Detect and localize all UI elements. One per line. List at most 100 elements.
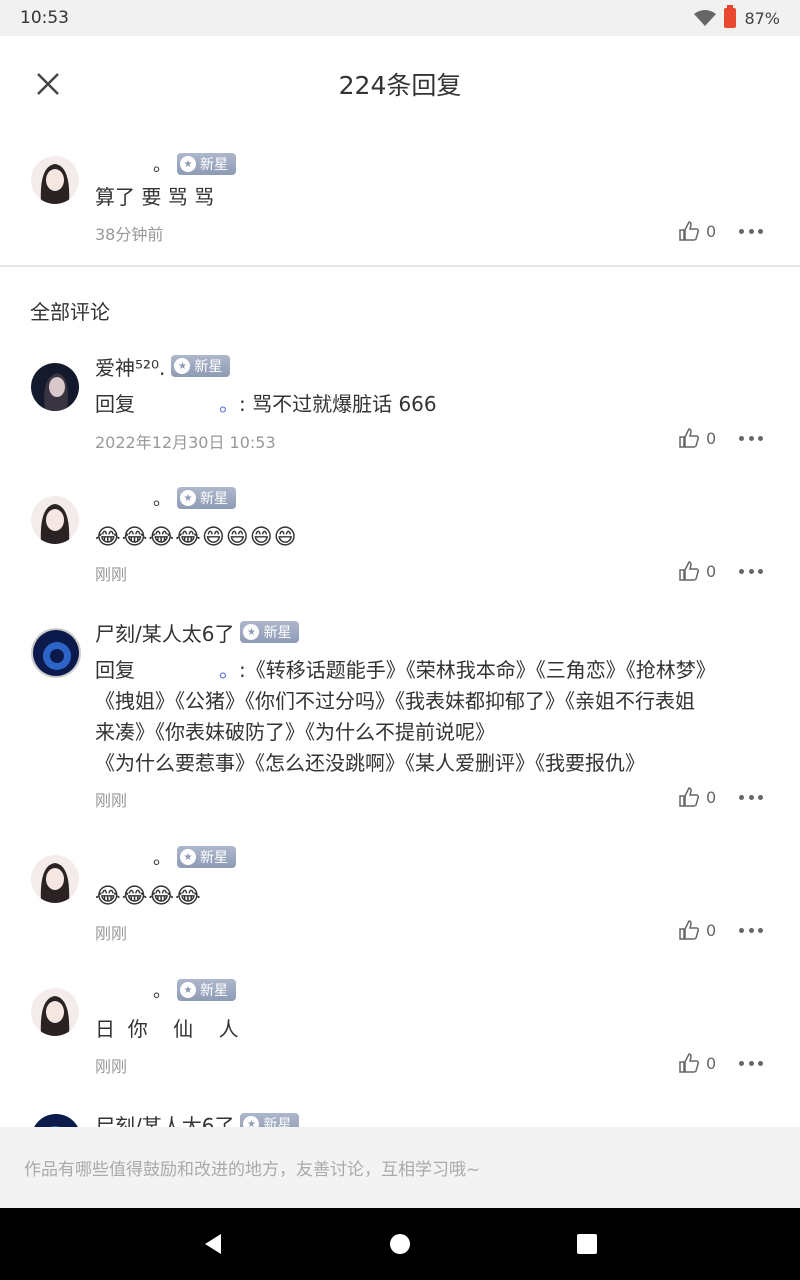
author-row: 。 ★ 新星 <box>95 150 236 178</box>
page-title: 224条回复 <box>338 71 462 100</box>
comment-item: 。 ★ 新星 日 你 仙 人 刚刚 0 <box>0 973 800 1098</box>
home-button[interactable] <box>382 1226 418 1262</box>
more-options-button[interactable] <box>739 792 763 802</box>
status-time: 10:53 <box>20 8 69 28</box>
thumbs-up-icon <box>679 787 700 807</box>
like-button[interactable]: 0 <box>678 786 716 808</box>
status-badge: ★ 新星 <box>177 153 236 175</box>
comment-input[interactable]: 作品有哪些值得鼓励和改进的地方，友善讨论，互相学习哦~ <box>0 1127 800 1208</box>
comment-time: 刚刚 <box>95 791 128 810</box>
avatar[interactable] <box>31 156 79 204</box>
recents-button[interactable] <box>569 1226 605 1262</box>
star-icon: ★ <box>180 849 196 865</box>
comment-item: 尸刻/某人太6了 ★ 新星 <box>0 1106 800 1127</box>
section-title: 全部评论 <box>30 300 110 324</box>
thumbs-up-icon <box>679 920 700 940</box>
status-badge: ★ 新星 <box>240 621 300 643</box>
divider <box>0 265 800 267</box>
like-count: 0 <box>706 428 717 448</box>
comment-text: 😂😂😂😂😄😄😄😄 <box>95 525 298 550</box>
comment-time: 刚刚 <box>95 1057 128 1076</box>
back-triangle-icon <box>205 1234 222 1254</box>
status-badge: ★ 新星 <box>240 1113 300 1127</box>
author-name[interactable]: 。 <box>153 977 171 1003</box>
like-button[interactable]: 0 <box>678 220 716 242</box>
comment-text: 回复 。: 骂不过就爆脏话 666 <box>95 389 775 420</box>
like-button[interactable]: 0 <box>678 1052 716 1074</box>
author-row: 尸刻/某人太6了 ★ 新星 <box>95 1110 300 1128</box>
comment-item: 。 ★ 新星 😂😂😂😂😄😄😄😄 刚刚 0 <box>0 480 800 600</box>
reply-prefix: 回复 <box>95 658 135 682</box>
main-post: 。 ★ 新星 算了 要 骂 骂 38分钟前 0 <box>0 132 800 266</box>
author-name[interactable]: 尸刻/某人太6了 <box>95 618 234 647</box>
thumbs-up-icon <box>679 1053 700 1073</box>
author-name[interactable]: 爱神⁵²⁰. <box>95 352 165 381</box>
system-nav-bar <box>0 1208 800 1280</box>
like-count: 0 <box>706 787 717 807</box>
like-button[interactable]: 0 <box>678 919 716 941</box>
reply-target[interactable]: 。 <box>219 392 239 416</box>
back-button[interactable] <box>195 1226 231 1262</box>
comment-text: 日 你 仙 人 <box>95 1017 239 1041</box>
status-icons: 87% <box>694 5 780 28</box>
author-row: 。 ★ 新星 <box>95 484 236 512</box>
like-button[interactable]: 0 <box>678 427 716 449</box>
status-badge: ★ 新星 <box>177 979 236 1001</box>
comment-item: 爱神⁵²⁰. ★ 新星 回复 。: 骂不过就爆脏话 666 2022年12月30日 … <box>0 340 800 480</box>
reply-prefix: 回复 <box>95 392 135 416</box>
status-badge: ★ 新星 <box>177 487 236 509</box>
avatar[interactable] <box>31 363 79 411</box>
author-name[interactable]: 。 <box>153 485 171 511</box>
star-icon: ★ <box>174 358 191 374</box>
author-row: 爱神⁵²⁰. ★ 新星 <box>95 352 231 381</box>
star-icon: ★ <box>180 156 196 172</box>
more-options-button[interactable] <box>739 925 763 935</box>
comment-item: 。 ★ 新星 😂😂😂😂 刚刚 0 <box>0 840 800 965</box>
post-text: 算了 要 骂 骂 <box>95 185 215 209</box>
like-count: 0 <box>706 221 717 241</box>
author-row: 。 ★ 新星 <box>95 976 236 1004</box>
like-count: 0 <box>706 561 717 581</box>
like-count: 0 <box>706 1053 717 1073</box>
author-name[interactable]: 。 <box>153 844 171 870</box>
like-button[interactable]: 0 <box>678 560 716 582</box>
comment-time: 刚刚 <box>95 924 128 943</box>
author-row: 。 ★ 新星 <box>95 843 236 871</box>
post-time: 38分钟前 <box>95 225 164 244</box>
avatar[interactable] <box>31 855 79 903</box>
recents-square-icon <box>576 1234 597 1254</box>
reply-text: : 骂不过就爆脏话 666 <box>239 392 437 416</box>
star-icon: ★ <box>180 982 196 998</box>
avatar[interactable] <box>31 988 79 1036</box>
more-options-button[interactable] <box>739 226 763 236</box>
comment-text: 回复 。:《转移话题能手》《荣林我本命》《三角恋》《抢林梦》 《拽姐》《公猪》《你… <box>95 658 716 775</box>
comment-time: 2022年12月30日 10:53 <box>95 433 276 452</box>
header: 224条回复 <box>0 36 800 132</box>
thumbs-up-icon <box>679 221 700 241</box>
comment-item: 尸刻/某人太6了 ★ 新星 回复 。:《转移话题能手》《荣林我本命》《三角恋》《抢林… <box>0 610 800 840</box>
author-row: 尸刻/某人太6了 ★ 新星 <box>95 618 300 647</box>
comment-time: 刚刚 <box>95 565 128 584</box>
like-count: 0 <box>706 920 717 940</box>
star-icon: ★ <box>243 1116 260 1127</box>
wifi-icon <box>694 10 717 26</box>
status-badge: ★ 新星 <box>171 355 231 377</box>
thumbs-up-icon <box>679 428 700 448</box>
avatar[interactable] <box>31 496 79 544</box>
reply-target[interactable]: 。 <box>219 658 239 682</box>
battery-icon <box>724 5 737 28</box>
comment-text: 😂😂😂😂 <box>95 884 202 909</box>
avatar[interactable] <box>31 1114 81 1127</box>
author-name[interactable]: 尸刻/某人太6了 <box>95 1110 234 1128</box>
thumbs-up-icon <box>679 561 700 581</box>
more-options-button[interactable] <box>739 433 763 443</box>
more-options-button[interactable] <box>739 1058 763 1068</box>
more-options-button[interactable] <box>739 566 763 576</box>
status-bar: 10:53 87% <box>0 0 800 36</box>
status-badge: ★ 新星 <box>177 846 236 868</box>
avatar[interactable] <box>31 628 81 678</box>
close-icon[interactable] <box>30 66 66 102</box>
author-name[interactable]: 。 <box>153 151 171 177</box>
star-icon: ★ <box>243 624 260 640</box>
home-circle-icon <box>389 1234 410 1254</box>
